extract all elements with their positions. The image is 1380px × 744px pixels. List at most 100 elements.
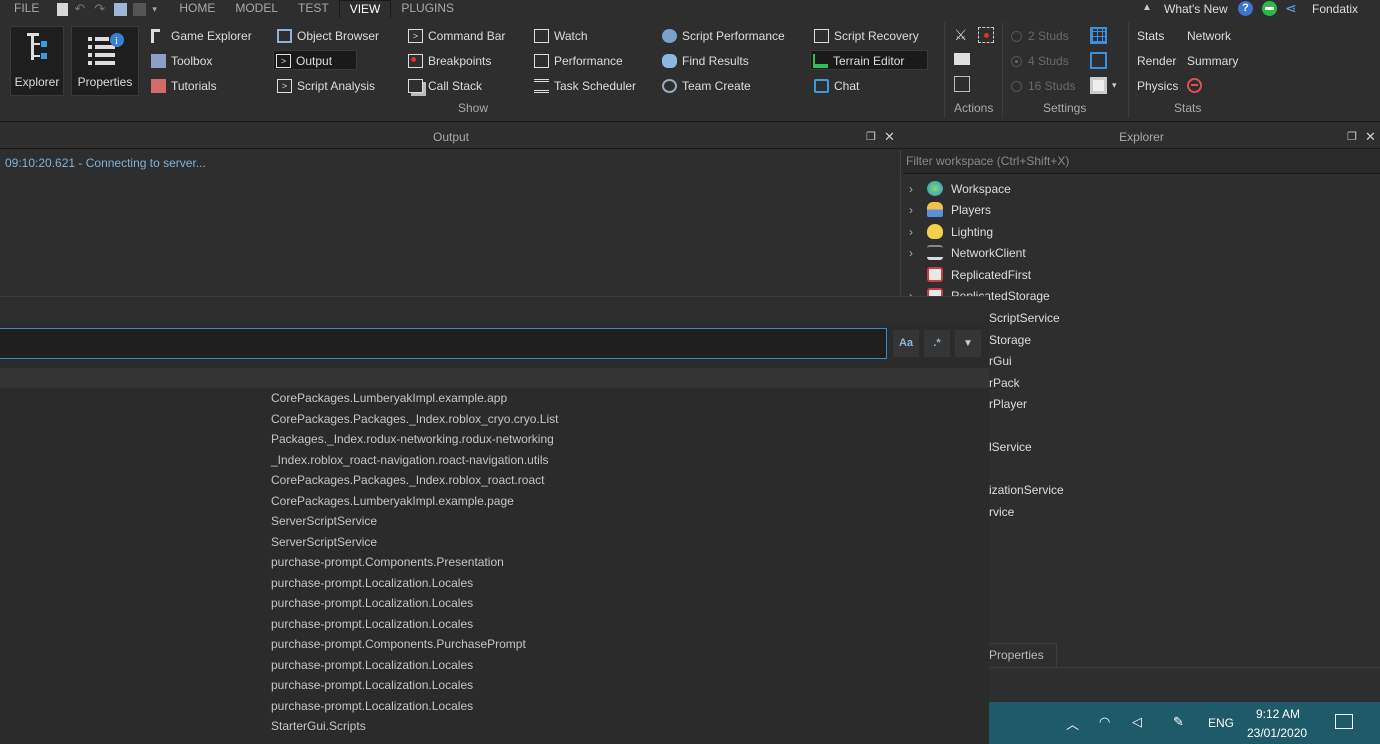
wifi-icon[interactable]: ◠ [1099, 714, 1110, 730]
layout-icon[interactable] [1090, 77, 1107, 94]
stop-icon[interactable] [133, 2, 147, 16]
team-create-button[interactable]: Team Create [660, 76, 751, 96]
game-explorer-button[interactable]: Game Explorer [149, 26, 252, 46]
tree-item-fragment[interactable]: rvice [989, 502, 1014, 523]
file-menu[interactable]: FILE [0, 0, 53, 18]
tree-item-networkclient[interactable]: › NetworkClient [909, 243, 1026, 264]
toolbox-button[interactable]: Toolbox [149, 51, 212, 71]
tree-item-fragment[interactable]: izationService [989, 480, 1064, 501]
username[interactable]: Fondatix [1312, 2, 1358, 16]
explorer-float-icon[interactable]: ❐ [1347, 125, 1357, 149]
watch-button[interactable]: Watch [532, 26, 588, 46]
find-input[interactable] [0, 328, 887, 359]
result-item[interactable]: ServerScriptService [271, 511, 377, 531]
script-recovery-button[interactable]: Script Recovery [812, 26, 919, 46]
terrain-editor-button[interactable]: Terrain Editor [810, 50, 928, 70]
tab-test[interactable]: TEST [288, 0, 339, 18]
chat-button[interactable]: Chat [812, 76, 859, 96]
command-bar-button[interactable]: > Command Bar [406, 26, 505, 46]
action-icon-4[interactable] [954, 76, 970, 92]
tab-view[interactable]: VIEW [338, 0, 392, 18]
whats-new-link[interactable]: What's New [1164, 2, 1228, 16]
stats-button[interactable]: Stats [1137, 29, 1164, 43]
tutorials-button[interactable]: Tutorials [149, 76, 217, 96]
match-case-button[interactable]: Aa [893, 330, 919, 357]
save-icon[interactable] [57, 2, 69, 16]
breakpoints-button[interactable]: Breakpoints [406, 51, 491, 71]
pen-icon[interactable]: ✎ [1173, 714, 1184, 730]
output-close-icon[interactable]: ✕ [884, 125, 895, 149]
action-icon-1[interactable]: ⚔ [954, 26, 967, 44]
explorer-button[interactable]: Explorer [10, 26, 64, 96]
tab-model[interactable]: MODEL [225, 0, 288, 18]
properties-tab[interactable]: Properties [979, 643, 1057, 667]
find-options-dropdown[interactable]: ▼ [955, 330, 981, 357]
expand-chevron-icon[interactable]: › [909, 243, 927, 264]
script-performance-button[interactable]: Script Performance [660, 26, 785, 46]
result-item[interactable]: _Index.roblox_roact-navigation.roact-nav… [271, 450, 549, 470]
undo-icon[interactable]: ↶ [74, 2, 88, 16]
tree-item-fragment[interactable]: rPlayer [989, 394, 1027, 415]
result-item[interactable]: purchase-prompt.Localization.Locales [271, 675, 473, 695]
tree-item-fragment[interactable]: lService [989, 437, 1032, 458]
result-item[interactable]: purchase-prompt.Localization.Locales [271, 696, 473, 716]
properties-button[interactable]: i Properties [71, 26, 139, 96]
result-item[interactable]: CorePackages.Packages._Index.roblox_roac… [271, 470, 545, 490]
result-item[interactable]: purchase-prompt.Components.PurchasePromp… [271, 634, 526, 654]
tree-item-workspace[interactable]: › Workspace [909, 179, 1011, 200]
render-button[interactable]: Render [1137, 54, 1176, 68]
expand-chevron-icon[interactable]: › [909, 179, 927, 200]
output-float-icon[interactable]: ❐ [866, 125, 876, 149]
call-stack-button[interactable]: Call Stack [406, 76, 482, 96]
volume-icon[interactable]: ◁ [1132, 714, 1142, 730]
result-item[interactable]: purchase-prompt.Localization.Locales [271, 655, 473, 675]
collapse-ribbon-icon[interactable]: ▲ [1142, 2, 1152, 13]
script-analysis-button[interactable]: > Script Analysis [275, 76, 375, 96]
object-browser-button[interactable]: Object Browser [275, 26, 379, 46]
layout-dropdown-icon[interactable]: ▾ [1112, 80, 1117, 91]
expand-chevron-icon[interactable]: › [909, 200, 927, 221]
result-item[interactable]: purchase-prompt.Localization.Locales [271, 573, 473, 593]
expand-chevron-icon[interactable]: › [909, 222, 927, 243]
show-hidden-icons-icon[interactable]: ︿ [1066, 714, 1079, 733]
result-item[interactable]: purchase-prompt.Localization.Locales [271, 593, 473, 613]
tab-home[interactable]: HOME [169, 0, 225, 18]
result-item[interactable]: CorePackages.LumberyakImpl.example.app [271, 388, 507, 408]
screenshot-icon[interactable] [978, 27, 994, 43]
studs-16-radio[interactable] [1011, 81, 1022, 92]
regex-button[interactable]: .* [924, 330, 950, 357]
studs-2-radio[interactable] [1011, 31, 1022, 42]
result-item[interactable]: StarterGui.Scripts [271, 716, 366, 736]
notifications-icon[interactable] [1335, 714, 1353, 729]
explorer-filter-input[interactable]: Filter workspace (Ctrl+Shift+X) [903, 150, 1380, 174]
clock-time[interactable]: 9:12 AM [1256, 707, 1300, 721]
result-item[interactable]: purchase-prompt.Localization.Locales [271, 614, 473, 634]
clear-stats-icon[interactable] [1187, 78, 1202, 93]
action-icon-3[interactable] [954, 53, 970, 65]
tree-item-fragment[interactable]: Storage [989, 330, 1031, 351]
network-button[interactable]: Network [1187, 29, 1231, 43]
language-indicator[interactable]: ENG [1208, 716, 1234, 730]
status-icon[interactable] [1262, 1, 1277, 16]
result-item[interactable]: purchase-prompt.Components.Presentation [271, 552, 504, 572]
tree-item-replicatedfirst[interactable]: ReplicatedFirst [909, 265, 1031, 286]
tree-item-fragment[interactable]: rGui [989, 351, 1012, 372]
find-results-button[interactable]: Find Results [660, 51, 749, 71]
clock-date[interactable]: 23/01/2020 [1247, 726, 1307, 740]
tree-item-fragment[interactable]: ScriptService [989, 308, 1060, 329]
tree-item-players[interactable]: › Players [909, 200, 991, 221]
tree-item-fragment[interactable]: rPack [989, 373, 1020, 394]
redo-icon[interactable]: ↷ [94, 2, 108, 16]
studs-4-radio[interactable] [1011, 56, 1022, 67]
result-item[interactable]: CorePackages.LumberyakImpl.example.page [271, 491, 514, 511]
result-item[interactable]: CorePackages.Packages._Index.roblox_cryo… [271, 409, 558, 429]
tab-plugins[interactable]: PLUGINS [391, 0, 464, 18]
output-button[interactable]: > Output [273, 50, 357, 70]
result-item[interactable]: ServerScriptService [271, 532, 377, 552]
grid-small-icon[interactable] [1090, 52, 1107, 69]
tree-item-lighting[interactable]: › Lighting [909, 222, 993, 243]
customize-icon[interactable]: ▾ [152, 2, 166, 16]
explorer-close-icon[interactable]: ✕ [1365, 125, 1376, 149]
plugin-icon[interactable] [114, 2, 128, 16]
performance-button[interactable]: Performance [532, 51, 623, 71]
